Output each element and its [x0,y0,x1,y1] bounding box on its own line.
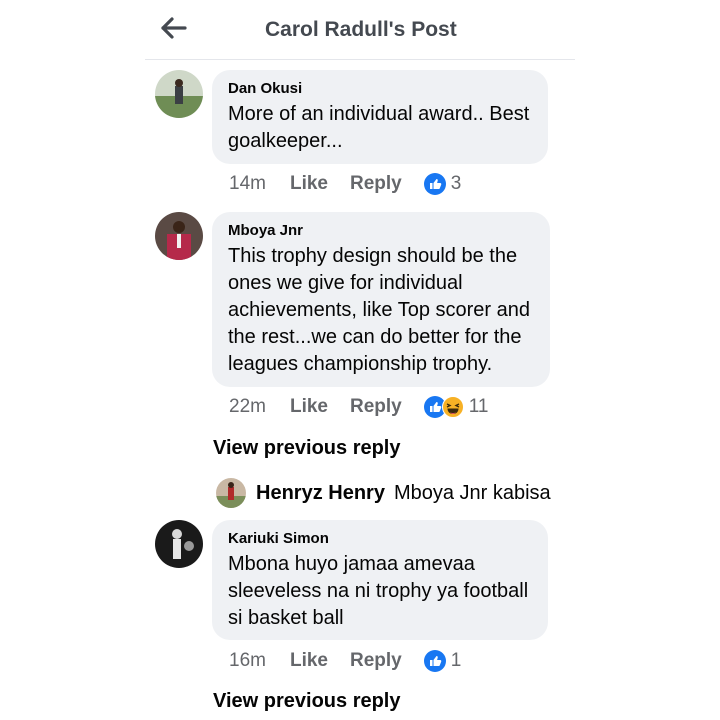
view-previous-reply-link[interactable]: View previous reply [213,437,401,460]
reply-text: Mboya Jnr kabisa [393,481,551,504]
comment-author[interactable]: Kariuki Simon [228,530,532,547]
avatar[interactable] [216,478,246,508]
avatar[interactable] [155,212,203,260]
avatar[interactable] [155,70,203,118]
reaction-summary[interactable]: 11 [423,396,489,418]
comment-line: goalkeeper... [228,130,343,152]
comment-author[interactable]: Mboya Jnr [228,222,534,239]
comment-line: ones we give for individual [228,272,463,294]
comment-line: the rest...we can do better for the [228,326,522,348]
comment-author[interactable]: Dan Okusi [228,80,532,97]
reply-author[interactable]: Henryz Henry [256,482,385,505]
like-button[interactable]: Like [290,650,328,672]
reply-button[interactable]: Reply [350,650,402,672]
comment-actions: 14m Like Reply 3 [229,173,461,195]
post-header: Carol Radull's Post [145,0,575,60]
page-title: Carol Radull's Post [265,18,457,41]
reaction-summary[interactable]: 1 [423,650,462,672]
reaction-count: 11 [468,396,489,417]
reaction-count: 1 [450,650,462,671]
like-button[interactable]: Like [290,173,328,195]
comment-line: achievements, like Top scorer and [228,299,531,321]
comment-text: This trophy design should be the ones we… [228,243,534,378]
view-previous-reply-link[interactable]: View previous reply [213,690,401,713]
comment-actions: 16m Like Reply 1 [229,650,461,672]
reply-button[interactable]: Reply [350,173,402,195]
comment-bubble: Dan Okusi More of an individual award.. … [212,70,548,164]
comment-bubble: Kariuki Simon Mbona huyo jamaa amevaa sl… [212,520,548,640]
comment-line: sleeveless na ni trophy ya football [228,580,529,602]
comment-line: si basket ball [228,607,344,629]
back-arrow-icon[interactable] [159,14,191,42]
comment-line: leagues championship trophy. [228,353,493,375]
avatar[interactable] [155,520,203,568]
like-reaction-icon [423,650,446,672]
comment-actions: 22m Like Reply 11 [229,396,488,418]
reaction-summary[interactable]: 3 [423,173,462,195]
reply-preview[interactable]: Henryz Henry Mboya Jnr kabisa [216,478,551,508]
comment-time[interactable]: 14m [229,173,266,195]
comment-line: More of an individual award.. Best [228,103,530,125]
comment-line: Mbona huyo jamaa amevaa [228,553,475,575]
like-reaction-icon [423,173,446,195]
comment-text: Mbona huyo jamaa amevaa sleeveless na ni… [228,551,532,632]
like-button[interactable]: Like [290,396,328,418]
comment-line: This trophy design should be the [228,245,518,267]
haha-reaction-icon [441,396,464,418]
comment-text: More of an individual award.. Best goalk… [228,101,532,155]
comment-time[interactable]: 22m [229,396,266,418]
comment-time[interactable]: 16m [229,650,266,672]
reaction-count: 3 [450,173,462,194]
comment-bubble: Mboya Jnr This trophy design should be t… [212,212,550,387]
reply-button[interactable]: Reply [350,396,402,418]
